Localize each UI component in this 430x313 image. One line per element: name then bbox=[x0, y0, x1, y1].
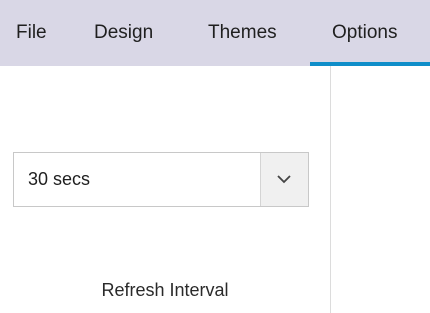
app-window: File Design Themes Options 30 secs Refre… bbox=[0, 0, 430, 313]
active-tab-indicator bbox=[310, 62, 430, 66]
refresh-interval-value: 30 secs bbox=[28, 169, 91, 189]
chevron-down-icon bbox=[277, 175, 291, 184]
group-separator bbox=[330, 66, 331, 313]
tab-options[interactable]: Options bbox=[332, 0, 397, 66]
refresh-interval-group-label: Refresh Interval bbox=[101, 280, 229, 300]
refresh-interval-dropdown[interactable]: 30 secs bbox=[13, 152, 309, 207]
dropdown-toggle-button[interactable] bbox=[260, 153, 308, 206]
tab-design[interactable]: Design bbox=[94, 0, 153, 66]
tab-themes[interactable]: Themes bbox=[208, 0, 277, 66]
tab-file[interactable]: File bbox=[16, 0, 47, 66]
ribbon-tab-bar: File Design Themes Options bbox=[0, 0, 430, 66]
